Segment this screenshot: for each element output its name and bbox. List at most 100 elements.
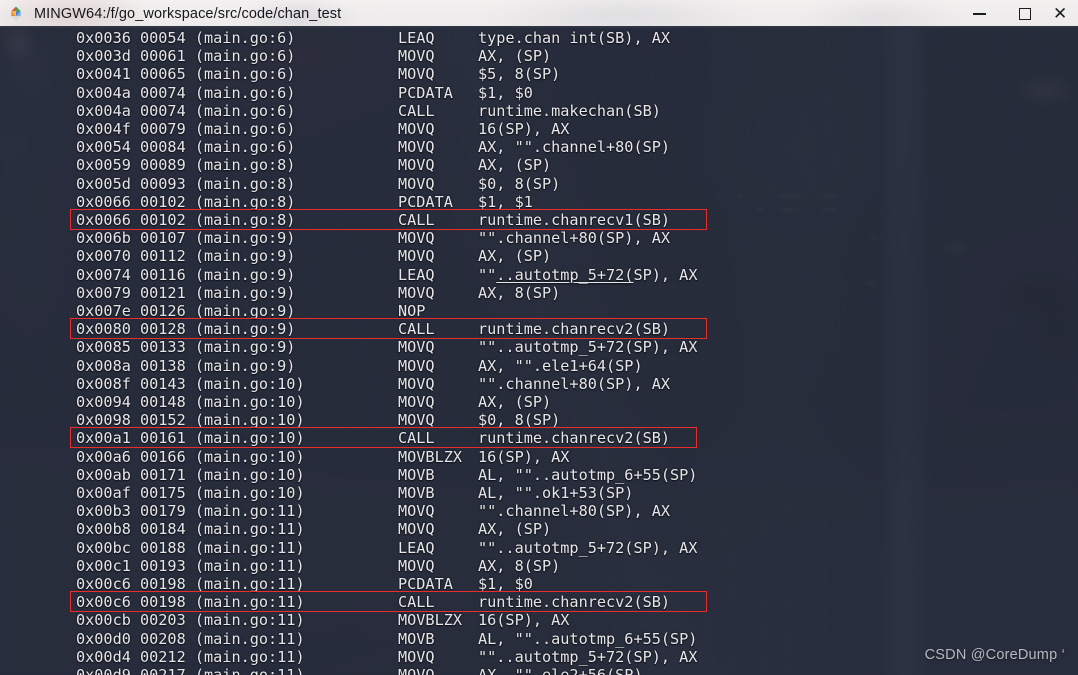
line-address: 0x0036 00054 (main.go:6) [76,29,296,47]
line-operands: AX, 8(SP) [478,556,561,575]
line-mnemonic: MOVBLZX [398,611,463,630]
assembly-line: 0x00c6 00198 (main.go:11) PCDATA $1, $0 [0,575,1078,593]
line-operands: AX, (SP) [478,393,552,411]
assembly-line: 0x0066 00102 (main.go:8) PCDATA $1, $1 [0,193,1078,211]
line-address: 0x008f 00143 (main.go:10) [76,374,305,393]
line-operands: AL, ""..autotmp_6+55(SP) [478,629,698,648]
line-mnemonic: MOVQ [398,247,435,266]
assembly-line: 0x00d9 00217 (main.go:11) MOVQ AX, "".ele2… [0,666,1078,675]
line-address: 0x00d9 00217 (main.go:11) [76,666,305,675]
line-operands: 16(SP), AX [478,120,570,138]
line-operands: AX, "".ele1+64(SP) [478,356,643,375]
assembly-line: 0x0066 00102 (main.go:8) CALL runtime.chan… [0,211,1078,229]
line-address: 0x008a 00138 (main.go:9) [76,356,296,375]
line-mnemonic: MOVQ [398,229,435,248]
assembly-line: 0x006b 00107 (main.go:9) MOVQ "".channel+8… [0,229,1078,247]
assembly-listing: 0x0036 00054 (main.go:6) LEAQ type.chan in… [0,28,1078,675]
line-address: 0x004a 00074 (main.go:6) [76,101,296,120]
assembly-line: 0x00ab 00171 (main.go:10) MOVB AL, ""..aut… [0,466,1078,484]
line-address: 0x0098 00152 (main.go:10) [76,411,305,430]
line-mnemonic: MOVQ [398,520,435,539]
window-title: MINGW64:/f/go_workspace/src/code/chan_te… [34,6,342,22]
minimize-icon [972,13,986,15]
line-address: 0x007e 00126 (main.go:9) [76,302,296,320]
line-address: 0x00d4 00212 (main.go:11) [76,647,305,666]
line-mnemonic: CALL [398,320,435,339]
assembly-line: 0x0070 00112 (main.go:9) MOVQ AX, (SP) [0,247,1078,265]
assembly-line: 0x0054 00084 (main.go:6) MOVQ AX, "".chann… [0,138,1078,156]
line-mnemonic: MOVQ [398,502,435,521]
line-mnemonic: MOVQ [398,156,435,175]
line-mnemonic: MOVB [398,465,435,484]
line-mnemonic: MOVQ [398,666,435,675]
maximize-button[interactable] [1002,0,1048,28]
line-mnemonic: CALL [398,211,435,229]
assembly-line: 0x00c6 00198 (main.go:11) CALL runtime.cha… [0,593,1078,611]
line-mnemonic: MOVB [398,629,435,648]
title-bar[interactable]: MINGW64:/f/go_workspace/src/code/chan_te… [0,0,1078,28]
assembly-line: 0x0080 00128 (main.go:9) CALL runtime.chan… [0,320,1078,338]
assembly-line: 0x00bc 00188 (main.go:11) LEAQ ""..autotmp… [0,539,1078,557]
line-address: 0x00ab 00171 (main.go:10) [76,465,305,484]
maximize-icon [1019,8,1031,20]
line-mnemonic: MOVQ [398,174,435,193]
line-operands: $0, 8(SP) [478,411,561,430]
close-button[interactable]: ✕ [1048,0,1078,28]
assembly-line: 0x0094 00148 (main.go:10) MOVQ AX, (SP) [0,393,1078,411]
line-address: 0x00c1 00193 (main.go:11) [76,556,305,575]
line-address: 0x0066 00102 (main.go:8) [76,211,296,229]
line-mnemonic: MOVQ [398,374,435,393]
assembly-line: 0x005d 00093 (main.go:8) MOVQ $0, 8(SP) [0,175,1078,193]
line-address: 0x00d0 00208 (main.go:11) [76,629,305,648]
line-address: 0x0054 00084 (main.go:6) [76,138,296,157]
line-mnemonic: CALL [398,101,435,120]
line-mnemonic: CALL [398,429,435,448]
line-address: 0x0079 00121 (main.go:9) [76,283,296,302]
assembly-line: 0x008a 00138 (main.go:9) MOVQ AX, "".ele1+… [0,357,1078,375]
line-operands: runtime.makechan(SB) [478,101,661,120]
assembly-line: 0x00d0 00208 (main.go:11) MOVB AL, ""..aut… [0,630,1078,648]
assembly-line: 0x0036 00054 (main.go:6) LEAQ type.chan in… [0,29,1078,47]
line-address: 0x0059 00089 (main.go:8) [76,156,296,175]
assembly-line: 0x0079 00121 (main.go:9) MOVQ AX, 8(SP) [0,284,1078,302]
line-mnemonic: MOVQ [398,283,435,302]
line-address: 0x00b8 00184 (main.go:11) [76,520,305,539]
line-address: 0x004a 00074 (main.go:6) [76,83,296,102]
line-mnemonic: MOVQ [398,356,435,375]
assembly-line: 0x0059 00089 (main.go:8) MOVQ AX, (SP) [0,156,1078,174]
line-operands: ""..autotmp_5+72(SP), AX [478,266,697,284]
line-address: 0x004f 00079 (main.go:6) [76,120,296,138]
assembly-line: 0x00b3 00179 (main.go:11) MOVQ "".channel+… [0,502,1078,520]
assembly-line: 0x0098 00152 (main.go:10) MOVQ $0, 8(SP) [0,411,1078,429]
line-mnemonic: MOVQ [398,65,435,84]
line-address: 0x00c6 00198 (main.go:11) [76,575,305,593]
assembly-line: 0x0085 00133 (main.go:9) MOVQ ""..autotmp_… [0,338,1078,356]
line-operands: ""..autotmp_5+72(SP), AX [478,538,698,557]
line-operands: 16(SP), AX [478,447,570,466]
assembly-line: 0x007e 00126 (main.go:9) NOP [0,302,1078,320]
terminal-pane[interactable]: 0x0036 00054 (main.go:6) LEAQ type.chan in… [0,28,1078,675]
terminal-window: MINGW64:/f/go_workspace/src/code/chan_te… [0,0,1078,675]
window-controls: ✕ [956,0,1078,28]
operand-part: SP), AX [633,265,698,284]
line-mnemonic: MOVQ [398,393,435,411]
line-address: 0x00a6 00166 (main.go:10) [76,447,305,466]
line-address: 0x00bc 00188 (main.go:11) [76,538,305,557]
line-address: 0x0041 00065 (main.go:6) [76,65,296,84]
line-mnemonic: MOVQ [398,120,435,138]
line-mnemonic: NOP [398,302,426,320]
line-operands: runtime.chanrecv1(SB) [478,211,671,229]
line-mnemonic: MOVQ [398,47,435,66]
assembly-line: 0x0041 00065 (main.go:6) MOVQ $5, 8(SP) [0,65,1078,83]
line-mnemonic: LEAQ [398,265,435,284]
line-address: 0x003d 00061 (main.go:6) [76,47,296,66]
line-mnemonic: CALL [398,593,435,612]
line-address: 0x00cb 00203 (main.go:11) [76,611,305,630]
line-operands: ""..autotmp_5+72(SP), AX [478,647,698,666]
line-mnemonic: MOVQ [398,411,435,430]
minimize-button[interactable] [956,0,1002,28]
line-operands: AL, ""..autotmp_6+55(SP) [478,465,698,484]
line-operands: AX, (SP) [478,520,552,539]
mingw-diamond-icon [7,5,25,23]
line-mnemonic: PCDATA [398,83,453,102]
